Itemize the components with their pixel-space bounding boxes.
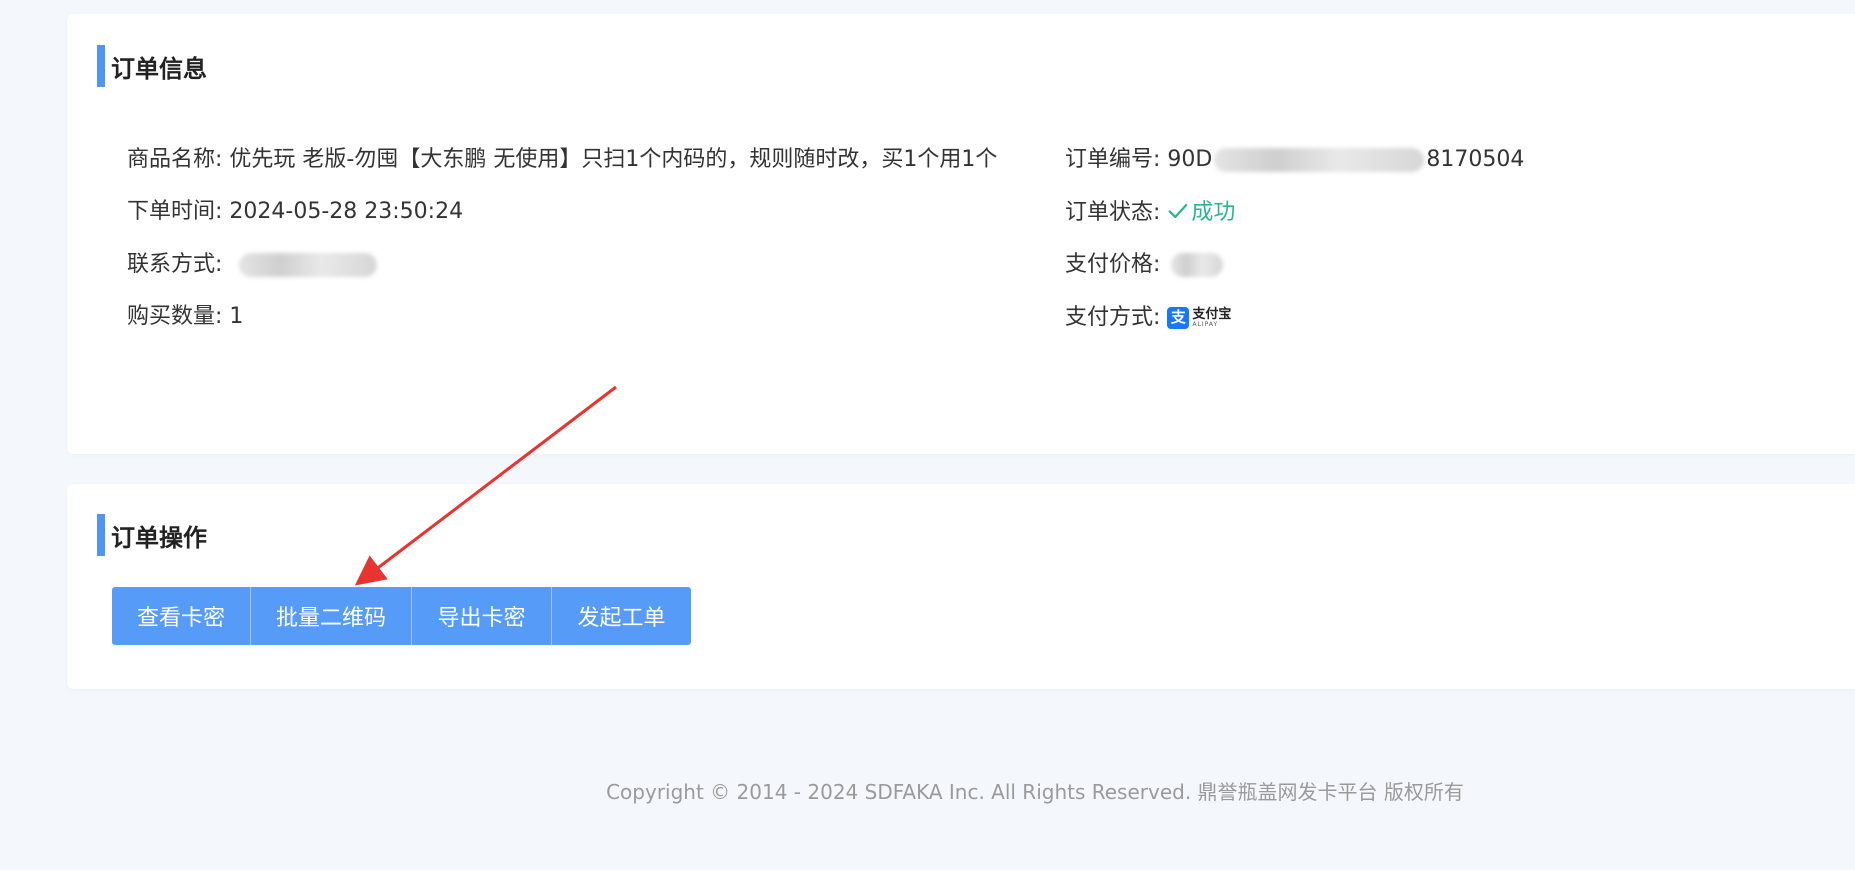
order-ops-card: 订单操作 查看卡密 批量二维码 导出卡密 发起工单 — [67, 484, 1855, 689]
alipay-cn-text: 支付宝 — [1192, 306, 1232, 322]
price-row: 支付价格: — [1065, 239, 1765, 292]
alipay-wordmark: 支付宝 ALIPAY — [1192, 308, 1231, 328]
order-info-title: 订单信息 — [97, 45, 207, 87]
order-time-label: 下单时间: — [127, 199, 223, 224]
product-name-label: 商品名称: — [127, 147, 223, 172]
quantity-row: 购买数量: 1 — [127, 291, 1067, 344]
order-no-redacted — [1214, 148, 1425, 172]
alipay-logo-icon: 支 支付宝 ALIPAY — [1167, 306, 1231, 329]
order-no-row: 订单编号: 90D 8170504 — [1065, 134, 1765, 187]
quantity-label: 购买数量: — [127, 304, 223, 329]
contact-label: 联系方式: — [127, 251, 223, 277]
quantity-value: 1 — [229, 304, 244, 329]
contact-row: 联系方式: — [127, 239, 1067, 292]
order-no-suffix: 8170504 — [1426, 147, 1525, 172]
alipay-mark-icon: 支 — [1167, 306, 1190, 329]
footer-copyright: Copyright © 2014 - 2024 SDFAKA Inc. All … — [606, 780, 1464, 804]
contact-value-redacted — [239, 252, 378, 277]
order-status-row: 订单状态: 成功 — [1065, 187, 1765, 240]
alipay-en-text: ALIPAY — [1192, 320, 1219, 328]
order-status-label: 订单状态: — [1065, 199, 1161, 225]
order-no-prefix: 90D — [1167, 147, 1213, 172]
order-info-left-column: 商品名称: 优先玩 老版-勿囤【大东鹏 无使用】只扫1个内码的，规则随时改，买1… — [127, 134, 1067, 344]
order-time-value: 2024-05-28 23:50:24 — [229, 199, 464, 224]
order-ops-button-group: 查看卡密 批量二维码 导出卡密 发起工单 — [112, 587, 691, 645]
order-info-card: 订单信息 商品名称: 优先玩 老版-勿囤【大东鹏 无使用】只扫1个内码的，规则随… — [67, 14, 1855, 454]
price-value-redacted — [1171, 253, 1224, 277]
payment-label: 支付方式: — [1065, 304, 1161, 330]
payment-row: 支付方式: 支 支付宝 ALIPAY — [1065, 292, 1765, 345]
order-no-label: 订单编号: — [1065, 147, 1161, 172]
product-name-row: 商品名称: 优先玩 老版-勿囤【大东鹏 无使用】只扫1个内码的，规则随时改，买1… — [127, 134, 1067, 186]
price-label: 支付价格: — [1065, 252, 1161, 277]
order-status-badge: 成功 — [1167, 200, 1235, 225]
check-icon — [1169, 203, 1188, 218]
batch-qrcode-button[interactable]: 批量二维码 — [251, 587, 412, 645]
export-card-secret-button[interactable]: 导出卡密 — [412, 587, 552, 645]
product-name-value: 优先玩 老版-勿囤【大东鹏 无使用】只扫1个内码的，规则随时改，买1个用1个 — [229, 147, 998, 172]
create-ticket-button[interactable]: 发起工单 — [552, 587, 691, 645]
order-time-row: 下单时间: 2024-05-28 23:50:24 — [127, 186, 1067, 239]
order-ops-title: 订单操作 — [97, 514, 207, 556]
order-info-right-column: 订单编号: 90D 8170504 订单状态: 成功 支付价格: 支付方式: 支 … — [1065, 134, 1765, 344]
order-status-value: 成功 — [1191, 199, 1236, 225]
view-card-secret-button[interactable]: 查看卡密 — [112, 587, 251, 645]
